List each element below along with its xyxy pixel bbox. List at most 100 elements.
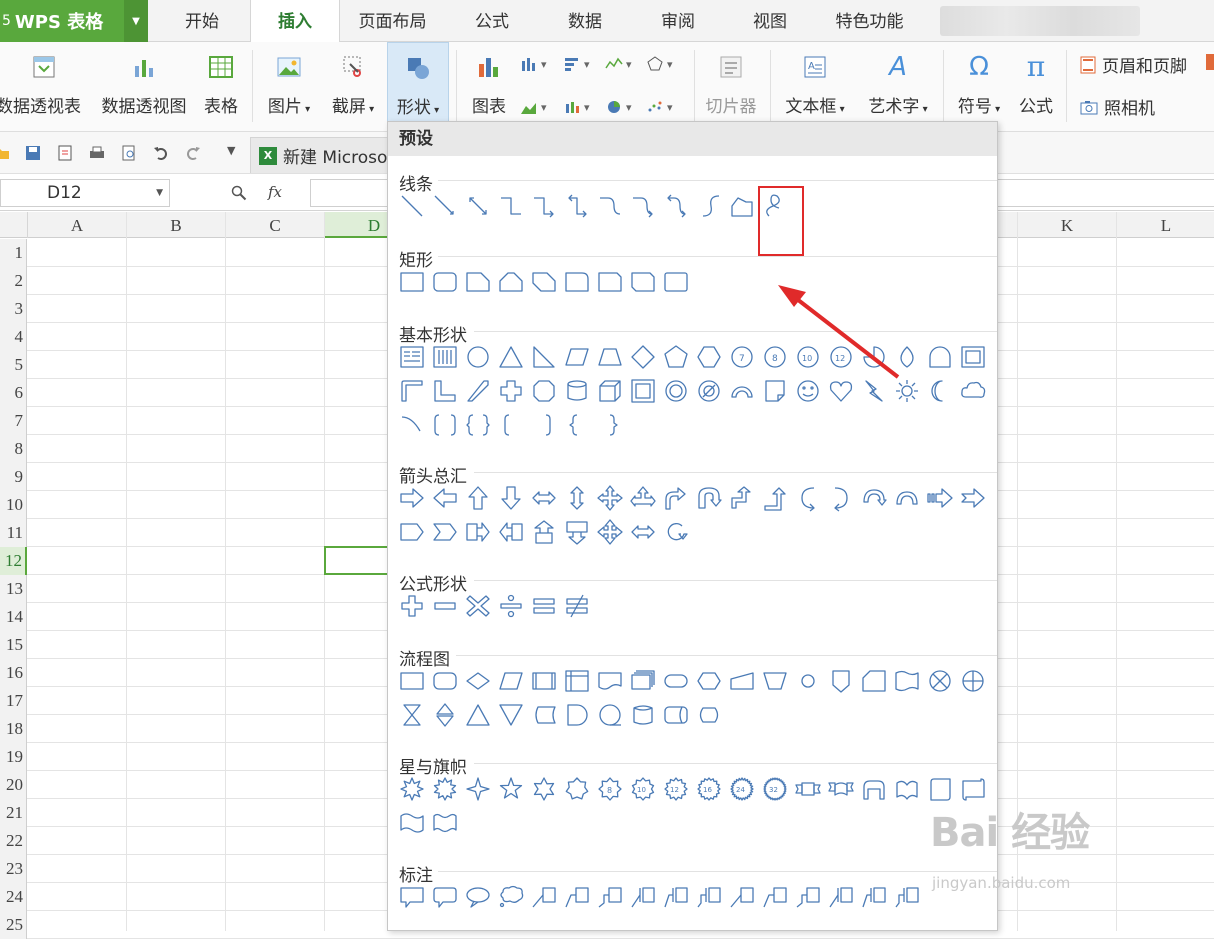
- column-header-b[interactable]: B: [127, 212, 226, 238]
- shape-option-line-6[interactable]: [563, 192, 591, 220]
- column-header-k[interactable]: K: [1018, 212, 1117, 238]
- tab-view[interactable]: 视图: [730, 0, 810, 42]
- shape-option-basic-31[interactable]: [794, 377, 822, 405]
- shape-option-arrow-7[interactable]: [596, 484, 624, 512]
- shape-option-flow-14[interactable]: [827, 667, 855, 695]
- shape-option-rect-6[interactable]: [563, 268, 591, 296]
- tab-special[interactable]: 特色功能: [822, 0, 917, 42]
- row-header-22[interactable]: 22: [0, 827, 27, 855]
- shape-option-flow2-27[interactable]: [662, 701, 690, 729]
- shape-option-arrow-14[interactable]: [827, 484, 855, 512]
- shape-option-arrow2-19[interactable]: [398, 518, 426, 546]
- pivot-table-button[interactable]: 数据透视表: [0, 42, 88, 132]
- shape-option-callout-1[interactable]: [398, 883, 426, 911]
- shape-option-basic-40[interactable]: [497, 411, 525, 439]
- shape-option-flow-2[interactable]: [431, 667, 459, 695]
- radar-chart-dropdown[interactable]: ▾: [646, 54, 673, 74]
- shape-option-arrow-6[interactable]: [563, 484, 591, 512]
- shape-option-star-3[interactable]: [464, 775, 492, 803]
- row-header-24[interactable]: 24: [0, 883, 27, 911]
- shape-option-basic-12[interactable]: 8: [761, 343, 789, 371]
- shape-option-formula-2[interactable]: [431, 592, 459, 620]
- print-icon[interactable]: [89, 145, 105, 161]
- row-header-1[interactable]: 1: [0, 239, 27, 267]
- tab-review[interactable]: 审阅: [638, 0, 718, 42]
- shape-option-flow-8[interactable]: [629, 667, 657, 695]
- row-header-17[interactable]: 17: [0, 687, 27, 715]
- shape-option-arrow-15[interactable]: [860, 484, 888, 512]
- shape-option-basic-32[interactable]: [827, 377, 855, 405]
- shape-option-star-13[interactable]: [794, 775, 822, 803]
- shape-option-flow-6[interactable]: [563, 667, 591, 695]
- shape-option-basic-34[interactable]: [893, 377, 921, 405]
- shape-option-basic-8[interactable]: [629, 343, 657, 371]
- row-header-19[interactable]: 19: [0, 743, 27, 771]
- shape-option-arrow2-24[interactable]: [563, 518, 591, 546]
- shape-option-basic-23[interactable]: [530, 377, 558, 405]
- shape-option-basic-33[interactable]: [860, 377, 888, 405]
- shape-option-arrow-12[interactable]: [761, 484, 789, 512]
- shape-option-flow-4[interactable]: [497, 667, 525, 695]
- shape-option-formula-4[interactable]: [497, 592, 525, 620]
- tab-home[interactable]: 开始: [160, 0, 244, 42]
- function-icon[interactable]: fx: [268, 183, 282, 201]
- shape-option-rect-8[interactable]: [629, 268, 657, 296]
- row-header-9[interactable]: 9: [0, 463, 27, 491]
- row-header-16[interactable]: 16: [0, 659, 27, 687]
- shape-option-arrow-3[interactable]: [464, 484, 492, 512]
- slicer-button[interactable]: 切片器: [700, 42, 762, 132]
- row-header-23[interactable]: 23: [0, 855, 27, 883]
- shape-option-line-8[interactable]: [629, 192, 657, 220]
- shape-option-line-5[interactable]: [530, 192, 558, 220]
- shape-option-callout-7[interactable]: [596, 883, 624, 911]
- shape-option-arrow-4[interactable]: [497, 484, 525, 512]
- select-all-corner[interactable]: [0, 212, 28, 238]
- shape-option-arrow2-22[interactable]: [497, 518, 525, 546]
- tab-data[interactable]: 数据: [545, 0, 625, 42]
- shape-option-flow-1[interactable]: [398, 667, 426, 695]
- shape-option-star2-19[interactable]: [398, 809, 426, 837]
- shape-option-basic-38[interactable]: [431, 411, 459, 439]
- tab-formulas[interactable]: 公式: [452, 0, 532, 42]
- shape-option-basic-16[interactable]: [893, 343, 921, 371]
- shape-option-basic-24[interactable]: [563, 377, 591, 405]
- shape-option-arrow-18[interactable]: [959, 484, 987, 512]
- shape-option-star-14[interactable]: [827, 775, 855, 803]
- shape-option-arrow2-25[interactable]: [596, 518, 624, 546]
- shape-option-flow-5[interactable]: [530, 667, 558, 695]
- column-chart-dropdown[interactable]: ▾: [520, 54, 547, 74]
- shape-option-callout-11[interactable]: [728, 883, 756, 911]
- shape-option-basic-18[interactable]: [959, 343, 987, 371]
- shape-option-callout-13[interactable]: [794, 883, 822, 911]
- shape-option-arrow2-23[interactable]: [530, 518, 558, 546]
- row-header-5[interactable]: 5: [0, 351, 27, 379]
- shape-option-flow2-22[interactable]: [497, 701, 525, 729]
- save-icon[interactable]: [25, 145, 41, 161]
- shape-option-flow-3[interactable]: [464, 667, 492, 695]
- shape-option-star-4[interactable]: [497, 775, 525, 803]
- shape-option-flow-12[interactable]: [761, 667, 789, 695]
- column-header-a[interactable]: A: [28, 212, 127, 238]
- shape-option-formula-3[interactable]: [464, 592, 492, 620]
- shape-option-callout-4[interactable]: [497, 883, 525, 911]
- shape-option-basic-26[interactable]: [629, 377, 657, 405]
- scatter-chart-dropdown[interactable]: ▾: [646, 97, 673, 117]
- shape-option-flow-10[interactable]: [695, 667, 723, 695]
- shape-option-flow-9[interactable]: [662, 667, 690, 695]
- shape-option-callout-16[interactable]: [893, 883, 921, 911]
- shape-option-flow-7[interactable]: [596, 667, 624, 695]
- shape-option-arrow-17[interactable]: [926, 484, 954, 512]
- shape-option-basic-43[interactable]: [596, 411, 624, 439]
- bar-chart-dropdown[interactable]: ▾: [563, 54, 590, 74]
- shape-option-star-6[interactable]: [563, 775, 591, 803]
- shape-option-star-1[interactable]: [398, 775, 426, 803]
- zoom-icon[interactable]: [231, 185, 247, 201]
- pie-chart-dropdown[interactable]: ▾: [605, 97, 632, 117]
- chart-button[interactable]: 图表: [466, 42, 512, 132]
- shape-option-basic-20[interactable]: [431, 377, 459, 405]
- shape-option-flow2-21[interactable]: [464, 701, 492, 729]
- shape-option-basic-36[interactable]: [959, 377, 987, 405]
- tab-page-layout[interactable]: 页面布局: [345, 0, 440, 42]
- shape-option-basic-28[interactable]: [695, 377, 723, 405]
- area-chart-dropdown[interactable]: ▾: [520, 97, 547, 117]
